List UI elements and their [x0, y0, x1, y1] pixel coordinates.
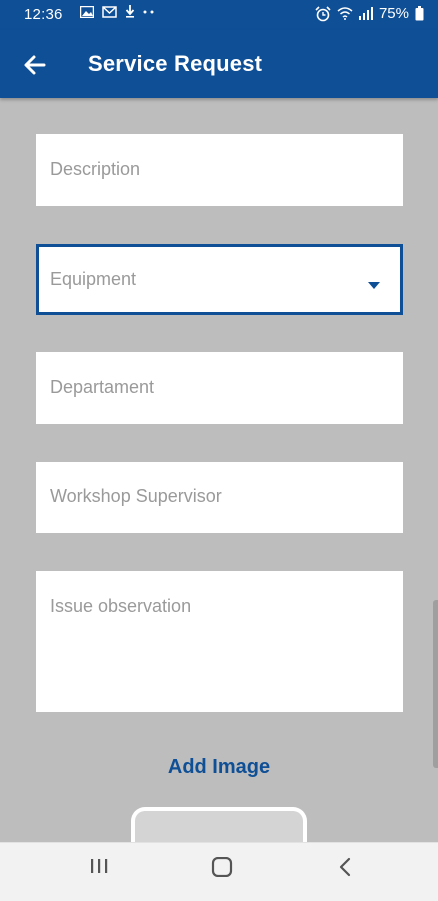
workshop-supervisor-field[interactable]: Workshop Supervisor — [36, 462, 403, 533]
app-bar: Service Request — [0, 30, 438, 98]
gallery-icon — [80, 5, 94, 18]
system-icons: 75% — [315, 5, 424, 22]
status-time: 12:36 — [24, 6, 63, 23]
back-button[interactable] — [20, 50, 50, 80]
back-chevron-icon — [339, 857, 351, 877]
alarm-icon — [315, 5, 331, 22]
status-bar: 12:36 75% — [0, 0, 438, 30]
scrollbar-thumb[interactable] — [433, 600, 438, 768]
recent-apps-button[interactable] — [79, 857, 119, 887]
add-image-row: Add Image — [0, 756, 438, 779]
department-field[interactable]: Departament — [36, 352, 403, 424]
page-title: Service Request — [88, 51, 263, 76]
recent-apps-icon — [91, 859, 108, 873]
gmail-icon — [102, 5, 117, 18]
arrow-left-icon — [24, 55, 46, 75]
issue-observation-placeholder: Issue observation — [50, 596, 192, 616]
description-field[interactable]: Description — [36, 134, 403, 206]
wifi-icon — [337, 7, 353, 20]
battery-icon — [415, 6, 424, 21]
signal-icon — [358, 7, 373, 20]
workshop-supervisor-placeholder: Workshop Supervisor — [50, 486, 222, 506]
more-dots-icon — [143, 10, 155, 14]
home-icon — [211, 857, 233, 877]
system-nav-bar — [0, 842, 438, 901]
description-placeholder: Description — [50, 159, 141, 179]
issue-observation-textarea[interactable]: Issue observation — [36, 571, 403, 712]
notification-icons — [80, 5, 155, 18]
equipment-placeholder: Equipment — [50, 269, 137, 289]
add-image-button[interactable]: Add Image — [168, 756, 270, 778]
nav-back-button[interactable] — [325, 857, 365, 887]
download-icon — [125, 5, 135, 18]
equipment-dropdown[interactable]: Equipment — [36, 244, 403, 315]
home-button[interactable] — [202, 857, 242, 887]
department-placeholder: Departament — [50, 377, 155, 397]
battery-percentage: 75% — [378, 5, 409, 22]
caret-down-icon — [368, 276, 380, 294]
